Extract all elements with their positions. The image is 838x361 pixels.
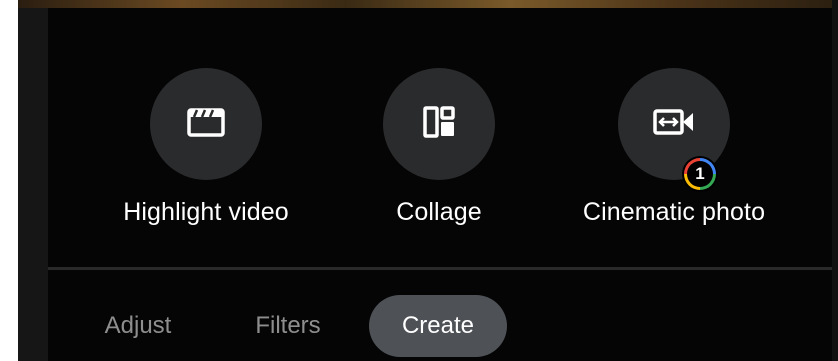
divider: [48, 267, 832, 270]
highlight-video-tool[interactable]: Highlight video: [86, 68, 326, 227]
collage-tool[interactable]: Collage: [319, 68, 559, 227]
clapperboard-icon: [186, 105, 226, 144]
tool-label: Collage: [396, 198, 482, 226]
tab-filters[interactable]: Filters: [238, 295, 338, 357]
tab-create[interactable]: Create: [369, 295, 507, 357]
left-edge: [0, 0, 48, 361]
editor-screen: Highlight video Collage 1 Cinematic phot…: [0, 0, 838, 361]
editor-tabs: Adjust Filters Create: [48, 295, 832, 357]
photo-preview-edge: [18, 0, 838, 8]
highlight-video-button[interactable]: [150, 68, 262, 180]
badge-count: 1: [687, 161, 713, 187]
tool-label: Cinematic photo: [582, 198, 766, 226]
collage-icon: [422, 105, 456, 144]
cinematic-icon: [652, 107, 696, 142]
collage-button[interactable]: [383, 68, 495, 180]
notification-badge: 1: [682, 156, 718, 192]
create-panel: Highlight video Collage 1 Cinematic phot…: [48, 8, 832, 361]
tab-adjust[interactable]: Adjust: [88, 295, 188, 357]
cinematic-photo-button[interactable]: 1: [618, 68, 730, 192]
cinematic-photo-tool[interactable]: 1 Cinematic photo: [554, 68, 794, 227]
right-edge: [832, 0, 838, 361]
tool-label: Highlight video: [123, 198, 289, 226]
